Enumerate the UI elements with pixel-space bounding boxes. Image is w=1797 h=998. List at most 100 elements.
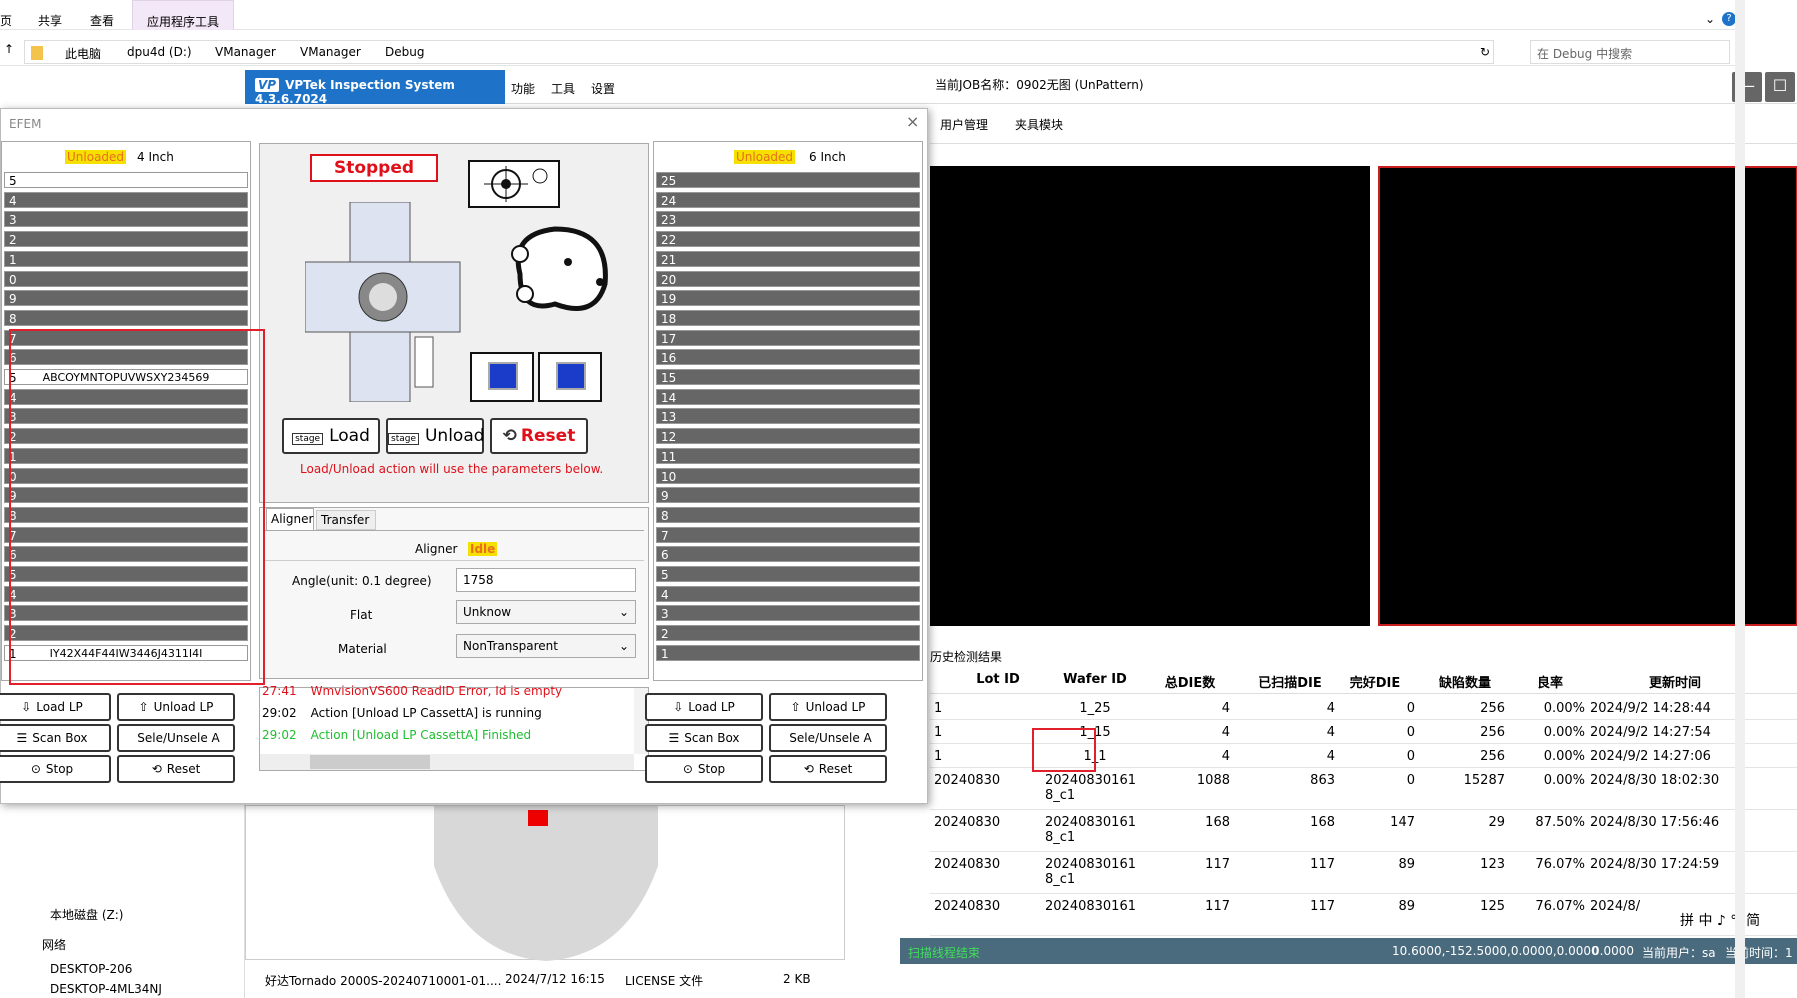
wafer-slot[interactable]: 3: [656, 605, 920, 622]
refresh-icon[interactable]: ↻: [1480, 45, 1490, 59]
file-row[interactable]: 好达Tornado 2000S-20240710001-01.... 2024/…: [245, 968, 925, 990]
column-header[interactable]: 已扫描DIE: [1245, 672, 1335, 691]
wafer-slot[interactable]: 23: [656, 211, 920, 228]
column-header[interactable]: 完好DIE: [1335, 672, 1415, 691]
close-icon[interactable]: ×: [906, 112, 919, 131]
wafer-slot[interactable]: 17: [656, 329, 920, 346]
wafer-slot[interactable]: 7: [656, 526, 920, 543]
ribbon-tab-home[interactable]: 页: [0, 12, 12, 29]
reset-lp-button[interactable]: ⟲ Reset: [117, 755, 235, 783]
nav-item-network[interactable]: 网络: [42, 936, 66, 953]
log-hscrollbar[interactable]: [260, 754, 634, 770]
wafer-slot[interactable]: 2: [4, 231, 248, 248]
breadcrumb-item[interactable]: 此电脑: [65, 45, 101, 62]
ribbon-tab-share[interactable]: 共享: [38, 12, 62, 29]
column-header[interactable]: 良率: [1515, 672, 1585, 691]
ribbon-tab-app-tools[interactable]: 应用程序工具: [132, 0, 235, 30]
wafer-slot[interactable]: 25: [656, 172, 920, 188]
wafer-slot[interactable]: 6: [656, 546, 920, 563]
breadcrumb-item[interactable]: VManager: [300, 45, 361, 59]
flat-label: Flat: [350, 608, 373, 622]
angle-input[interactable]: 1758: [456, 568, 636, 592]
wafer-slot[interactable]: 11: [656, 447, 920, 464]
wafer-slot[interactable]: 4: [656, 585, 920, 602]
wafer-slot[interactable]: 3: [4, 211, 248, 228]
unload-button[interactable]: stage Unload: [386, 418, 485, 454]
wafer-slot[interactable]: 20: [656, 270, 920, 287]
wafer-slot[interactable]: 9: [4, 290, 248, 307]
wafer-slot[interactable]: 1: [656, 644, 920, 661]
unload-lp-button[interactable]: ⇧ Unload LP: [769, 693, 887, 721]
wafer-slot[interactable]: 14: [656, 388, 920, 405]
reset-lp-button[interactable]: ⟲ Reset: [769, 755, 887, 783]
scan-box-button[interactable]: ☰ Scan Box: [0, 724, 111, 752]
table-cell: 863: [1310, 773, 1335, 788]
menu-function[interactable]: 功能: [511, 80, 535, 97]
wafer-slot[interactable]: 9: [656, 487, 920, 504]
breadcrumb[interactable]: 此电脑 dpu4d (D:) VManager VManager Debug ↻: [24, 40, 1494, 64]
wafer-slot[interactable]: 4: [4, 191, 248, 208]
tab-transfer[interactable]: Transfer: [316, 510, 376, 530]
wafer-slot[interactable]: 5: [656, 566, 920, 582]
table-cell: 125: [1480, 899, 1505, 914]
ribbon-tab-view[interactable]: 查看: [90, 12, 114, 29]
scan-box-button[interactable]: ☰ Scan Box: [645, 724, 763, 752]
user-management-button[interactable]: 用户管理: [940, 116, 988, 133]
slot-number: 5: [9, 174, 17, 188]
table-cell: 256: [1480, 701, 1505, 716]
wafer-slot[interactable]: 15: [656, 369, 920, 385]
wafer-slot[interactable]: 12: [656, 428, 920, 445]
ime-toolbar[interactable]: 拼 中 ♪ °, 简: [1680, 910, 1761, 930]
maximize-button[interactable]: ☐: [1765, 72, 1795, 102]
flat-select[interactable]: Unknow ⌄: [456, 600, 636, 624]
wafer-slot[interactable]: 0: [4, 270, 248, 287]
unload-lp-button[interactable]: ⇧ Unload LP: [117, 693, 235, 721]
tab-aligner[interactable]: Aligner: [266, 508, 314, 530]
material-select[interactable]: NonTransparent ⌄: [456, 634, 636, 658]
wafer-slot[interactable]: 5: [4, 172, 248, 188]
up-arrow-icon[interactable]: ↑: [4, 42, 14, 56]
file-name[interactable]: 好达Tornado 2000S-20240710001-01....: [265, 972, 501, 989]
help-icon[interactable]: ?: [1722, 12, 1736, 26]
reset-button[interactable]: ⟲ Reset: [490, 418, 588, 454]
nav-item-desktop-206[interactable]: DESKTOP-206: [50, 962, 132, 976]
menu-tools[interactable]: 工具: [551, 80, 575, 97]
load-lp-button[interactable]: ⇩ Load LP: [645, 693, 763, 721]
column-header[interactable]: Wafer ID: [1045, 672, 1145, 687]
select-all-button[interactable]: Sele/Unsele A: [117, 724, 235, 752]
stop-button[interactable]: ⊙ Stop: [0, 755, 111, 783]
select-all-button[interactable]: Sele/Unsele A: [769, 724, 887, 752]
breadcrumb-item[interactable]: Debug: [385, 45, 424, 59]
button-label: Scan Box: [32, 731, 88, 745]
breadcrumb-item[interactable]: VManager: [215, 45, 276, 59]
chevron-down-icon[interactable]: ⌄: [1705, 12, 1715, 26]
wafer-slot[interactable]: 2: [656, 625, 920, 642]
column-header[interactable]: 缺陷数量: [1425, 672, 1505, 691]
wafer-slot[interactable]: 16: [656, 349, 920, 366]
wafer-slot[interactable]: 13: [656, 408, 920, 425]
nav-item-desktop-4ml[interactable]: DESKTOP-4ML34NJ: [50, 982, 162, 996]
wafer-slot[interactable]: 22: [656, 231, 920, 248]
fixture-module-button[interactable]: 夹具模块: [1015, 116, 1063, 133]
column-header[interactable]: Lot ID: [958, 672, 1038, 687]
cassette-icon: [470, 352, 534, 402]
load-button[interactable]: stage Load: [282, 418, 380, 454]
nav-item-drive-z[interactable]: 本地磁盘 (Z:): [50, 906, 123, 923]
wafer-slot[interactable]: 1: [4, 250, 248, 267]
wafer-slot[interactable]: 10: [656, 467, 920, 484]
wafer-slot[interactable]: 18: [656, 309, 920, 326]
load-lp-button[interactable]: ⇩ Load LP: [0, 693, 111, 721]
wafer-slot[interactable]: 8: [656, 506, 920, 523]
table-cell: 0: [1406, 701, 1415, 716]
button-label: Reset: [166, 762, 201, 776]
column-header[interactable]: 总DIE数: [1150, 672, 1230, 691]
breadcrumb-item[interactable]: dpu4d (D:): [127, 45, 192, 59]
search-input[interactable]: 在 Debug 中搜索: [1530, 40, 1730, 64]
wafer-slot[interactable]: 19: [656, 290, 920, 307]
wafer-slot[interactable]: 21: [656, 250, 920, 267]
wafer-slot[interactable]: 8: [4, 309, 248, 326]
explorer-scrollbar[interactable]: [1735, 0, 1745, 998]
menu-settings[interactable]: 设置: [591, 80, 615, 97]
stop-button[interactable]: ⊙ Stop: [645, 755, 763, 783]
wafer-slot[interactable]: 24: [656, 191, 920, 208]
